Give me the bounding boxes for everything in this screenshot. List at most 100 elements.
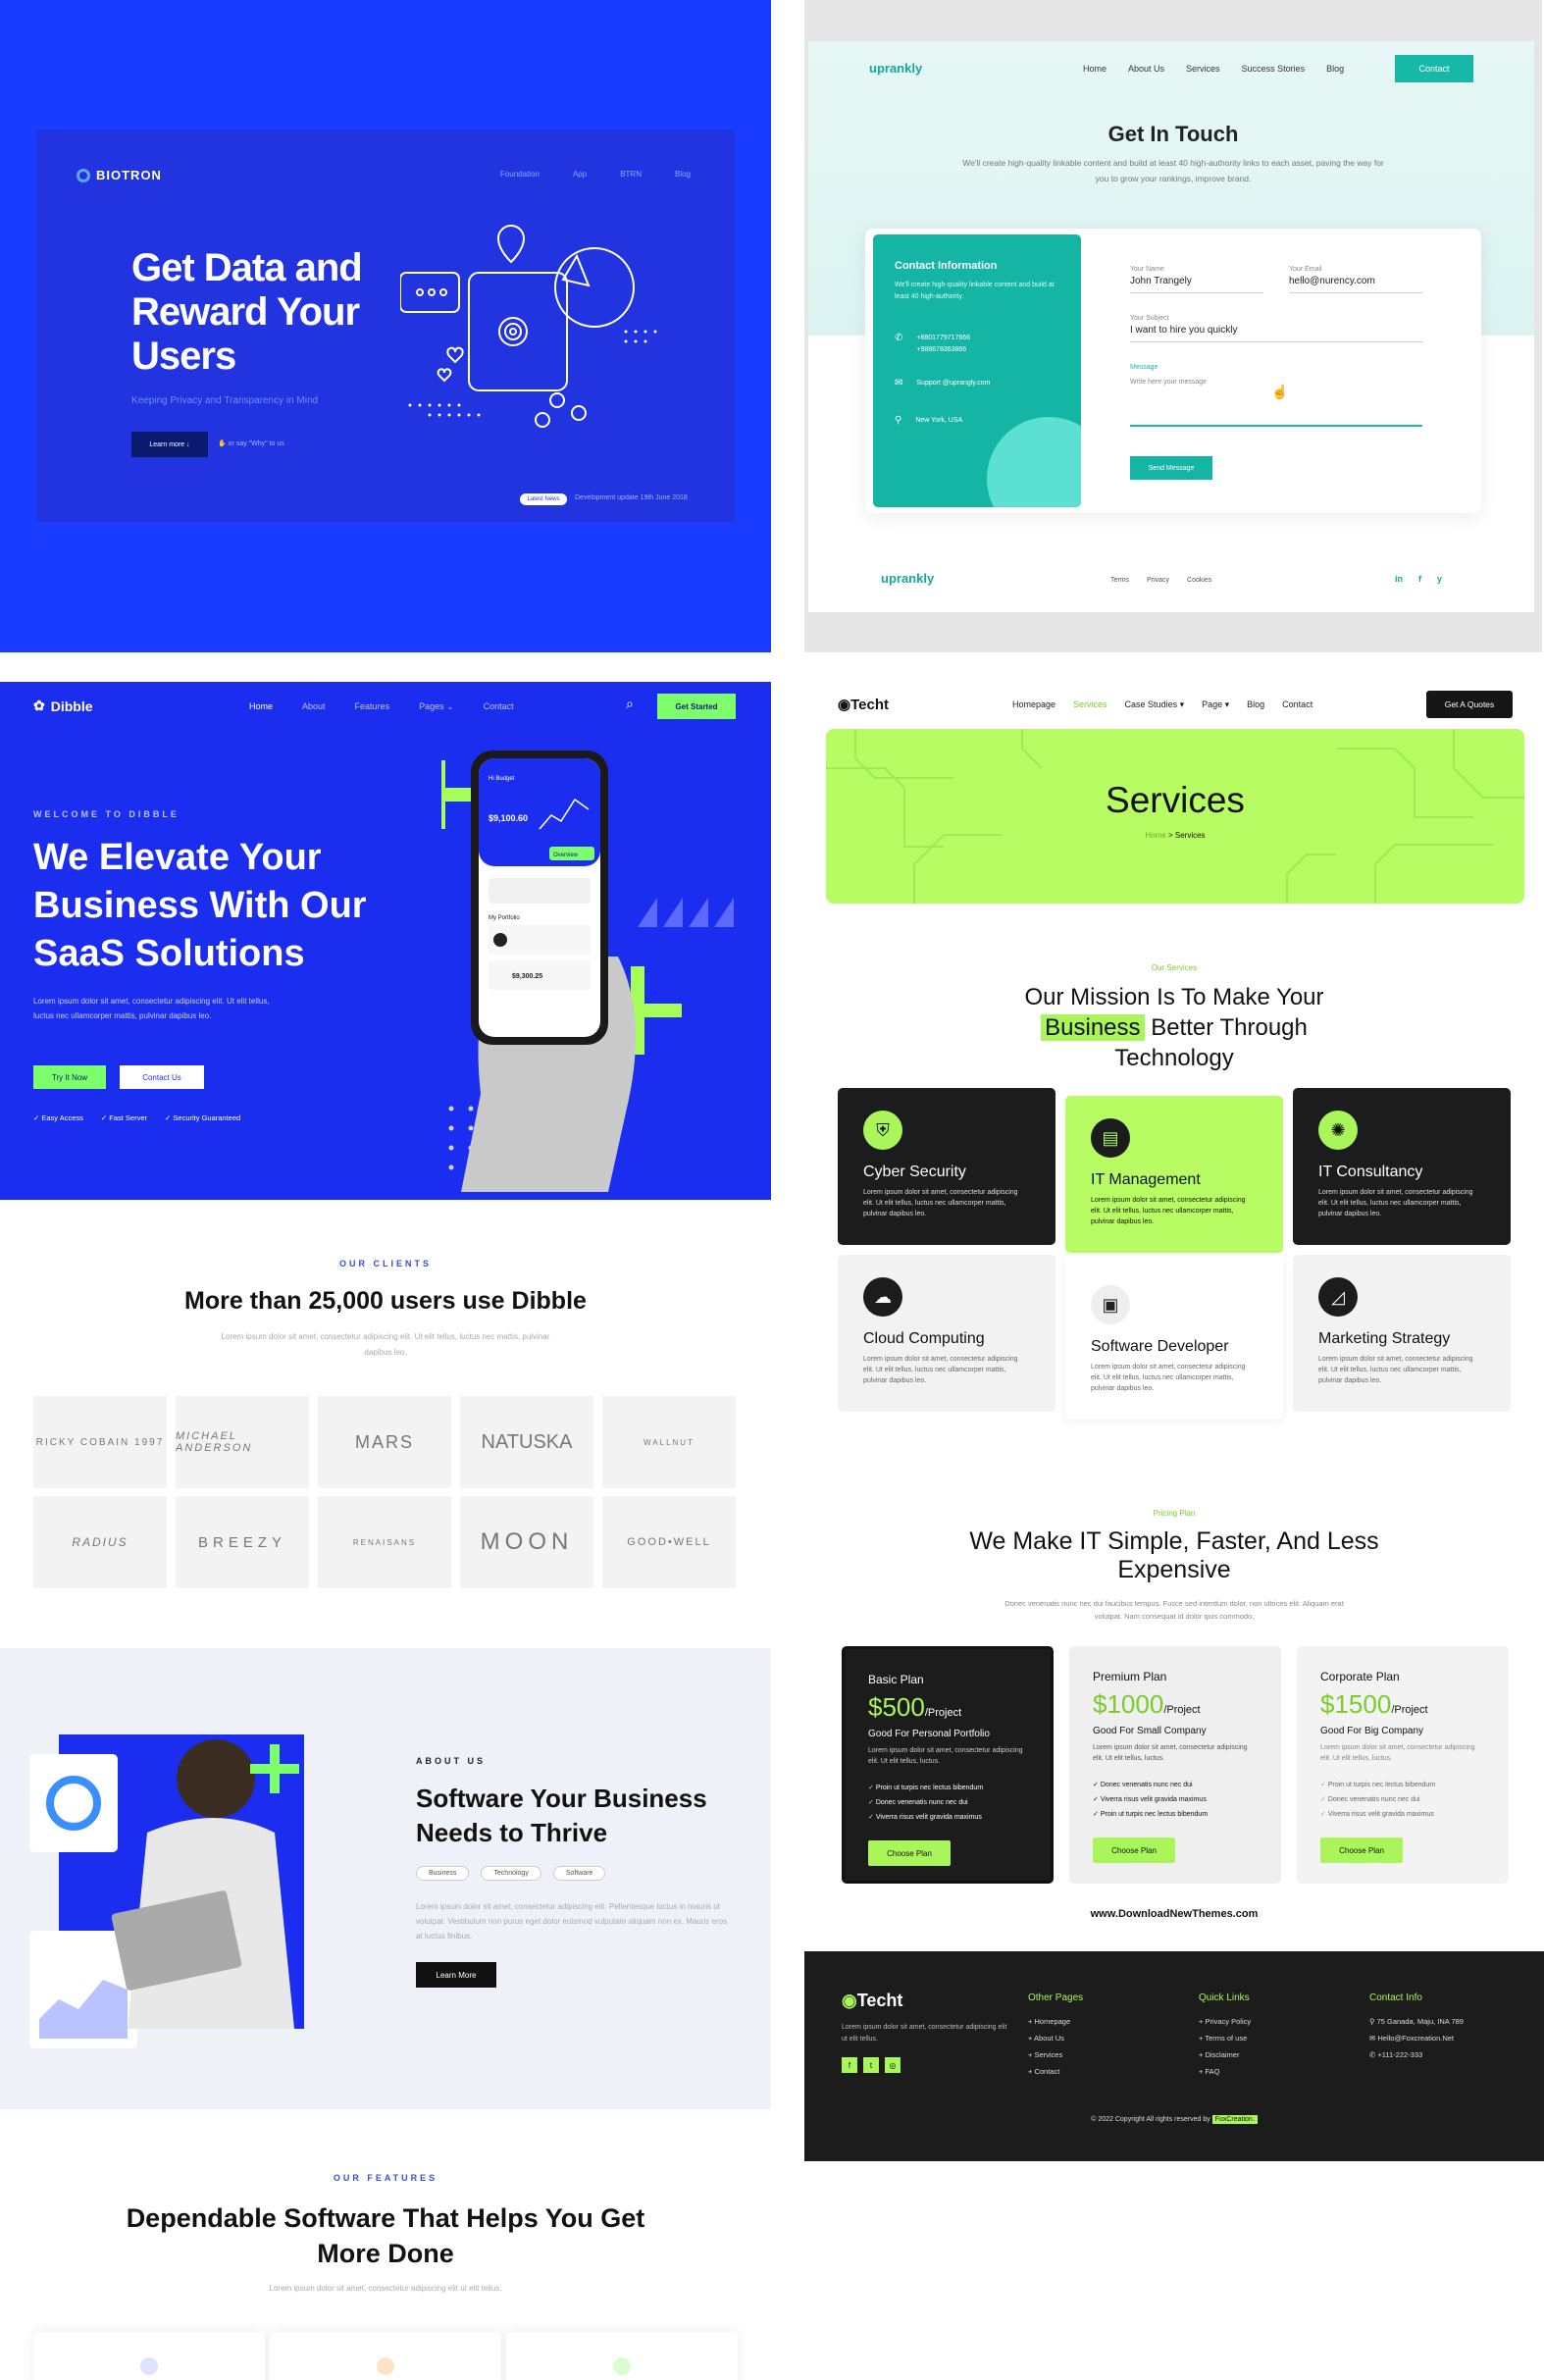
contact-us-button[interactable]: Contact Us xyxy=(120,1065,204,1089)
service-card-marketing-strategy[interactable]: ◿ Marketing Strategy Lorem ipsum dolor s… xyxy=(1293,1255,1511,1412)
send-message-button[interactable]: Send Message xyxy=(1130,456,1212,480)
choose-plan-button[interactable]: Choose Plan xyxy=(868,1840,951,1866)
dibble-hero: ✿ Dibble Home About Features Pages ⌄ Con… xyxy=(0,682,771,1200)
client-logo-renaisans: RENAISANS xyxy=(318,1496,451,1588)
phone-overview: Overview xyxy=(553,853,579,858)
phone-number-2[interactable]: +988678363866 xyxy=(916,344,970,356)
footer-cookies-link[interactable]: Cookies xyxy=(1187,577,1211,584)
techt-nav-case-studies[interactable]: Case Studies ▾ xyxy=(1125,699,1185,710)
service-card-it-management[interactable]: ▤ IT Management Lorem ipsum dolor sit am… xyxy=(1065,1096,1283,1253)
dibble-nav-contact[interactable]: Contact xyxy=(484,701,514,712)
try-it-now-button[interactable]: Try It Now xyxy=(33,1065,106,1089)
biotron-panel: BIOTRON Foundation App BTRN Blog Get Dat… xyxy=(0,0,771,652)
plan-feature: ✓ Viverra risus velit gravida maximus xyxy=(868,1814,982,1821)
facebook-icon[interactable]: f xyxy=(842,2057,857,2073)
biotron-latest-news-badge[interactable]: Latest News xyxy=(520,493,567,505)
plan-features: ✓ Proin ut turpis nec lectus bibendum ✓ … xyxy=(1320,1778,1485,1822)
biotron-update-link[interactable]: Development update 19th June 2018 xyxy=(575,494,688,501)
footer-link[interactable]: + Privacy Policy xyxy=(1199,2013,1251,2030)
biotron-subtitle: Keeping Privacy and Transparency in Mind xyxy=(131,395,319,406)
name-value[interactable]: John Trangely xyxy=(1130,276,1263,286)
techt-nav-contact[interactable]: Contact xyxy=(1282,699,1312,710)
techt-nav-services[interactable]: Services xyxy=(1073,699,1107,710)
instagram-icon[interactable]: ◎ xyxy=(885,2057,901,2073)
service-card-cyber-security[interactable]: ⛨ Cyber Security Lorem ipsum dolor sit a… xyxy=(838,1088,1055,1245)
footer-link[interactable]: + Homepage xyxy=(1028,2013,1083,2030)
techt-nav-blog[interactable]: Blog xyxy=(1247,699,1264,710)
service-card-software-developer[interactable]: ▣ Software Developer Lorem ipsum dolor s… xyxy=(1065,1255,1283,1420)
footer-phone[interactable]: ✆ +111-222-333 xyxy=(1369,2046,1464,2063)
uprankly-logo[interactable]: uprankly xyxy=(869,61,922,76)
dibble-logo[interactable]: ✿ Dibble xyxy=(33,698,93,714)
feature-card-1[interactable] xyxy=(33,2332,265,2380)
linkedin-icon[interactable]: in xyxy=(1395,574,1403,584)
email-field[interactable]: Your Email hello@nurency.com xyxy=(1289,266,1422,293)
twitter-icon[interactable]: t xyxy=(863,2057,879,2073)
footer-email[interactable]: ✉ Hello@Foxcreation.Net xyxy=(1369,2030,1464,2046)
tag-business[interactable]: Business xyxy=(416,1866,470,1881)
biotron-say-why-link[interactable]: ✋ or say "Why" to us xyxy=(218,440,284,447)
feature-card-2[interactable] xyxy=(270,2332,501,2380)
service-card-it-consultancy[interactable]: ✺ IT Consultancy Lorem ipsum dolor sit a… xyxy=(1293,1088,1511,1245)
breadcrumb-home[interactable]: Home xyxy=(1145,831,1165,840)
footer-link[interactable]: + Services xyxy=(1028,2046,1083,2063)
copyright-brand[interactable]: FoxCreation. xyxy=(1211,2115,1258,2124)
tag-software[interactable]: Software xyxy=(552,1866,606,1881)
footer-link[interactable]: + Terms of use xyxy=(1199,2030,1251,2046)
plan-card-premium: Premium Plan $1000/Project Good For Smal… xyxy=(1069,1646,1281,1884)
search-icon[interactable]: ⌕ xyxy=(626,696,634,712)
footer-logo[interactable]: ◉Techt xyxy=(842,1991,902,2011)
name-field[interactable]: Your Name John Trangely xyxy=(1130,266,1263,293)
phone-number-1[interactable]: +8801779717666 xyxy=(916,333,970,344)
contact-info-description: We'll create high-quality linkable conte… xyxy=(895,282,1055,300)
dibble-nav-features[interactable]: Features xyxy=(355,701,390,712)
dibble-nav-home[interactable]: Home xyxy=(249,701,273,712)
choose-plan-button[interactable]: Choose Plan xyxy=(1093,1837,1175,1863)
uprankly-social-links: in f y xyxy=(1395,574,1442,584)
dibble-nav-pages[interactable]: Pages ⌄ xyxy=(419,701,454,712)
footer-link[interactable]: + Disclaimer xyxy=(1199,2046,1251,2063)
uprankly-nav-blog[interactable]: Blog xyxy=(1326,64,1344,74)
email-value[interactable]: hello@nurency.com xyxy=(1289,276,1422,286)
feature-card-3[interactable] xyxy=(506,2332,738,2380)
dibble-nav-about[interactable]: About xyxy=(302,701,326,712)
uprankly-nav-services[interactable]: Services xyxy=(1186,64,1220,74)
techt-nav-homepage[interactable]: Homepage xyxy=(1012,699,1055,710)
facebook-icon[interactable]: f xyxy=(1418,574,1421,584)
techt-nav-page[interactable]: Page ▾ xyxy=(1202,699,1229,710)
uprankly-footer-logo[interactable]: uprankly xyxy=(881,571,934,586)
techt-logo[interactable]: ◉Techt xyxy=(838,696,889,713)
biotron-nav-btrn[interactable]: BTRN xyxy=(620,170,642,179)
phone-balance: $9,100.60 xyxy=(489,813,528,823)
uprankly-contact-button[interactable]: Contact xyxy=(1395,55,1473,82)
footer-logo-text: Techt xyxy=(856,1991,903,2010)
biotron-nav-foundation[interactable]: Foundation xyxy=(500,170,540,179)
footer-link[interactable]: + Contact xyxy=(1028,2063,1083,2080)
techt-nav: Homepage Services Case Studies ▾ Page ▾ … xyxy=(1012,699,1312,710)
subject-field[interactable]: Your Subject I want to hire you quickly xyxy=(1130,315,1422,342)
biotron-logo[interactable]: BIOTRON xyxy=(77,168,162,182)
twitter-icon[interactable]: y xyxy=(1437,574,1442,584)
biotron-learn-more-button[interactable]: Learn more ↓ xyxy=(131,432,208,457)
learn-more-button[interactable]: Learn More xyxy=(416,1962,496,1988)
uprankly-nav-success[interactable]: Success Stories xyxy=(1242,64,1306,74)
footer-privacy-link[interactable]: Privacy xyxy=(1147,577,1169,584)
service-card-cloud-computing[interactable]: ☁ Cloud Computing Lorem ipsum dolor sit … xyxy=(838,1255,1055,1412)
choose-plan-button[interactable]: Choose Plan xyxy=(1320,1837,1403,1863)
plan-feature: ✓ Proin ut turpis nec lectus bibendum xyxy=(868,1785,984,1791)
services-banner: Services Home > Services xyxy=(826,729,1524,904)
contact-email[interactable]: Support @uprangly.com xyxy=(916,378,990,389)
biotron-nav-blog[interactable]: Blog xyxy=(675,170,691,179)
footer-link[interactable]: + About Us xyxy=(1028,2030,1083,2046)
footer-link[interactable]: + FAQ xyxy=(1199,2063,1251,2080)
biotron-nav-app[interactable]: App xyxy=(573,170,587,179)
man-with-laptop-image xyxy=(29,1734,304,2048)
subject-value[interactable]: I want to hire you quickly xyxy=(1130,325,1422,336)
get-a-quotes-button[interactable]: Get A Quotes xyxy=(1426,691,1513,718)
footer-terms-link[interactable]: Terms xyxy=(1110,577,1129,584)
uprankly-nav-about[interactable]: About Us xyxy=(1128,64,1164,74)
tag-technology[interactable]: Technology xyxy=(481,1866,541,1881)
uprankly-nav-home[interactable]: Home xyxy=(1083,64,1107,74)
get-started-button[interactable]: Get Started xyxy=(657,694,736,719)
copyright-text: © 2022 Copyright All rights reserved by xyxy=(1091,2116,1212,2123)
